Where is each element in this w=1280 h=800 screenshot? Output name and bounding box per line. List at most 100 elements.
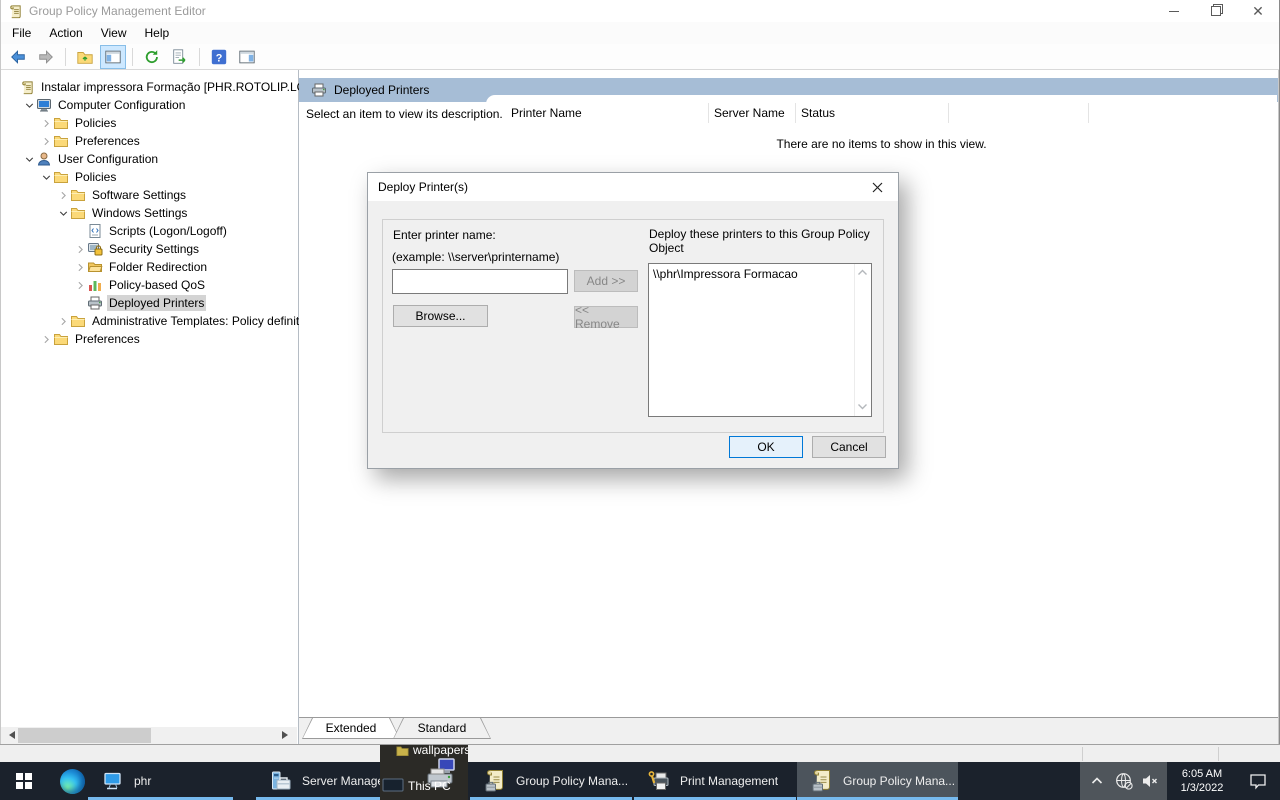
tree-item-label: Policies [75, 116, 117, 130]
window-title: Group Policy Management Editor [29, 4, 206, 18]
action-center-button[interactable] [1237, 762, 1279, 800]
chevron-right-icon[interactable] [73, 242, 87, 256]
rdp-icon [101, 769, 125, 793]
chevron-right-icon[interactable] [73, 278, 87, 292]
minimize-button[interactable] [1153, 0, 1195, 22]
scrollbar-thumb[interactable] [18, 728, 151, 743]
tree-item-label: Administrative Templates: Policy definit… [92, 314, 302, 328]
menu-help[interactable]: Help [136, 23, 179, 43]
chevron-right-icon[interactable] [73, 260, 87, 274]
printer-name-input[interactable] [392, 269, 568, 294]
add-button[interactable]: Add >> [574, 270, 638, 292]
tree-item[interactable]: Windows Settings [1, 204, 298, 222]
tree-item-label: Software Settings [92, 188, 187, 202]
desktop-icon-this-pc[interactable]: This PC [382, 778, 451, 793]
system-tray [1080, 762, 1167, 800]
chevron-right-icon[interactable] [39, 332, 53, 346]
up-one-level-button[interactable] [72, 45, 98, 69]
show-action-pane-button[interactable] [234, 45, 260, 69]
tree-item-label: Folder Redirection [109, 260, 208, 274]
folder-icon [70, 313, 86, 329]
edge-icon [59, 768, 85, 794]
scroll-down-icon[interactable] [857, 400, 868, 414]
forward-button[interactable] [33, 45, 59, 69]
cancel-button[interactable]: Cancel [812, 436, 886, 458]
folder-icon [396, 745, 409, 756]
tree-item[interactable]: Preferences [1, 132, 298, 150]
help-button[interactable]: ? [206, 45, 232, 69]
tree-item[interactable]: Software Settings [1, 186, 298, 204]
list-header: Printer Name Server Name Status [486, 103, 1277, 123]
chevron-right-icon[interactable] [56, 188, 70, 202]
tree-item[interactable]: Security Settings [1, 240, 298, 258]
chevron-down-icon[interactable] [22, 98, 36, 112]
taskbar-item-label: Print Management [680, 774, 779, 788]
ok-button[interactable]: OK [729, 436, 803, 458]
tree-item-label: Instalar impressora Formação [PHR.ROTOLI… [41, 80, 323, 94]
chevron-down-icon[interactable] [56, 206, 70, 220]
taskbar-item-group-policy-mana[interactable]: Group Policy Mana... [797, 762, 958, 800]
dialog-close-icon[interactable] [856, 173, 898, 201]
scroll-left-arrow[interactable] [5, 731, 15, 739]
column-header[interactable] [949, 103, 1089, 123]
taskbar-item-label: Server Manager [302, 774, 389, 788]
tree-item-label: Preferences [75, 134, 140, 148]
tree-item[interactable]: Deployed Printers [1, 294, 298, 312]
taskbar-item-print-management[interactable]: Print Management [634, 762, 796, 800]
restore-button[interactable] [1195, 0, 1237, 22]
back-button[interactable] [5, 45, 31, 69]
menu-file[interactable]: File [3, 23, 40, 43]
refresh-icon [143, 48, 161, 66]
folder-icon [70, 205, 86, 221]
console-tree: Instalar impressora Formação [PHR.ROTOLI… [1, 78, 323, 348]
tree-item[interactable]: Policies [1, 114, 298, 132]
chevron-down-icon[interactable] [39, 170, 53, 184]
browse-button[interactable]: Browse... [393, 305, 488, 327]
tab-extended[interactable]: Extended [302, 718, 400, 739]
show-console-tree-button[interactable] [100, 44, 126, 69]
printer-list[interactable]: \\phr\Impressora Formacao [648, 263, 872, 417]
menu-action[interactable]: Action [40, 23, 91, 43]
chevron-down-icon[interactable] [22, 152, 36, 166]
export-list-button[interactable] [167, 45, 193, 69]
tree-item[interactable]: User Configuration [1, 150, 298, 168]
scroll-right-arrow[interactable] [282, 731, 292, 739]
tree-item[interactable]: Policies [1, 168, 298, 186]
volume-muted-icon[interactable] [1140, 771, 1160, 791]
tree-horizontal-scrollbar[interactable] [1, 727, 297, 744]
tree-item[interactable]: Computer Configuration [1, 96, 298, 114]
column-header[interactable]: Printer Name [486, 103, 709, 123]
show-console-tree-icon [104, 48, 122, 66]
tab-standard[interactable]: Standard [393, 718, 491, 739]
tree-item[interactable]: Scripts (Logon/Logoff) [1, 222, 298, 240]
taskbar-clock[interactable]: 6:05 AM 1/3/2022 [1167, 762, 1237, 800]
tree-item[interactable]: Policy-based QoS [1, 276, 298, 294]
start-button[interactable] [0, 762, 48, 800]
column-header[interactable]: Status [796, 103, 949, 123]
refresh-button[interactable] [139, 45, 165, 69]
taskbar-item-group-policy-mana[interactable]: Group Policy Mana... [470, 762, 632, 800]
chevron-right-icon[interactable] [39, 116, 53, 130]
chevron-right-icon[interactable] [39, 134, 53, 148]
tree-item[interactable]: Folder Redirection [1, 258, 298, 276]
tree-item[interactable]: Administrative Templates: Policy definit… [1, 312, 302, 330]
tree-item[interactable]: Instalar impressora Formação [PHR.ROTOLI… [1, 78, 323, 96]
printer-list-item[interactable]: \\phr\Impressora Formacao [649, 264, 871, 281]
help-icon: ? [210, 48, 228, 66]
scroll-up-icon[interactable] [857, 266, 868, 280]
network-offline-icon[interactable] [1114, 771, 1134, 791]
tree-item-label: User Configuration [58, 152, 159, 166]
clock-time: 6:05 AM [1181, 768, 1223, 780]
list-scrollbar[interactable] [854, 264, 871, 416]
desktop-icon-wallpapers[interactable]: wallpapers [396, 745, 468, 757]
chevron-up-icon[interactable] [1087, 771, 1107, 791]
tree-item[interactable]: Preferences [1, 330, 298, 348]
menu-view[interactable]: View [92, 23, 136, 43]
taskbar-item-phr[interactable]: phr [88, 762, 233, 800]
remove-button[interactable]: << Remove [574, 303, 638, 331]
close-button[interactable]: ✕ [1237, 0, 1279, 22]
desktop-peek-region: wallpapers This PC [380, 745, 468, 800]
chevron-right-icon[interactable] [56, 314, 70, 328]
column-header[interactable]: Server Name [709, 103, 796, 123]
